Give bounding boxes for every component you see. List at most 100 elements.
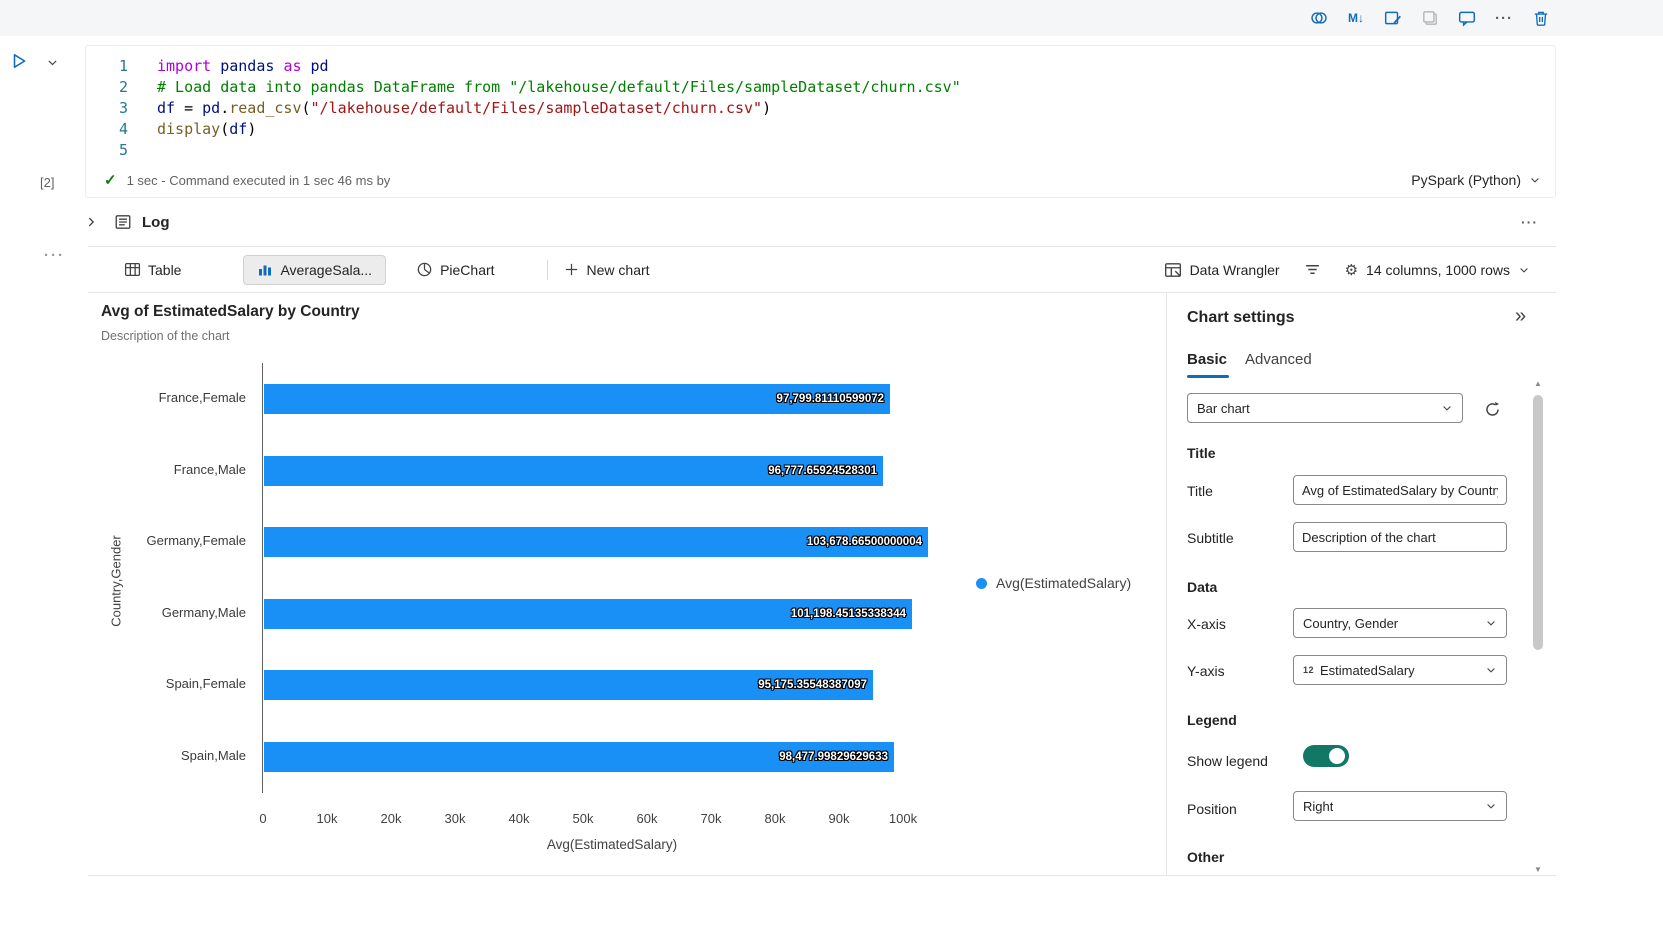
chart-legend: Avg(EstimatedSalary)	[976, 575, 1131, 591]
show-legend-toggle[interactable]	[1303, 745, 1349, 767]
category-label: Spain,Female	[165, 676, 246, 692]
chart-settings-panel: Chart settings » Basic Advanced Bar char…	[1166, 293, 1556, 876]
copilot-icon[interactable]	[1309, 8, 1329, 28]
x-tick-label: 20k	[380, 811, 402, 826]
result-block: Table AverageSala... PieChart New chart …	[88, 246, 1556, 876]
run-options-chevron-icon[interactable]	[46, 56, 59, 69]
run-cell-button[interactable]	[10, 52, 28, 70]
x-tick-label: 60k	[636, 811, 658, 826]
x-tick-label: 0	[259, 811, 267, 826]
refresh-chart-icon[interactable]	[1479, 396, 1505, 422]
code-line[interactable]: 2 # Load data into pandas DataFrame from …	[86, 77, 1555, 98]
y-axis-dropdown[interactable]: 12 EstimatedSalary	[1293, 655, 1507, 685]
code-cell: [2] 1 import pandas as pd 2 # Load data int…	[0, 45, 1556, 198]
execution-count: [2]	[40, 175, 55, 190]
data-wrangler-button[interactable]: Data Wrangler	[1164, 261, 1280, 279]
gear-icon: ⚙	[1344, 261, 1359, 279]
code-line[interactable]: 3 df = pd.read_csv("/lakehouse/default/Fi…	[86, 98, 1555, 119]
tab-advanced[interactable]: Advanced	[1245, 351, 1312, 368]
tab-average-salary[interactable]: AverageSala...	[243, 254, 387, 285]
tab-table-label: Table	[148, 261, 182, 278]
legend-dot	[976, 577, 987, 589]
bar-value-label: 96,777.65924528301	[768, 464, 877, 477]
result-toolbar: Table AverageSala... PieChart New chart …	[88, 247, 1556, 293]
category-label: Spain,Male	[180, 748, 246, 763]
cell-toolbar: M↓ ···	[0, 0, 1663, 36]
section-legend-header: Legend	[1187, 712, 1237, 728]
x-tick-label: 90k	[828, 811, 850, 826]
summary-label: 14 columns, 1000 rows	[1366, 261, 1510, 278]
y-axis-line	[262, 363, 263, 793]
scroll-up-icon[interactable]: ▲	[1532, 379, 1544, 388]
cell-status-bar: ✓ 1 sec - Command executed in 1 sec 46 m…	[86, 163, 1555, 197]
chart-title: Avg of EstimatedSalary by Country	[101, 303, 360, 320]
bar-value-label: 97,799.81110599072	[776, 393, 884, 405]
bar: 101,198.45135338344	[264, 598, 912, 629]
filter-icon[interactable]	[1304, 261, 1321, 278]
title-input[interactable]	[1293, 475, 1507, 505]
kernel-selector[interactable]: PySpark (Python)	[1411, 172, 1541, 188]
x-tick-label: 80k	[764, 811, 786, 826]
x-tick-label: 30k	[444, 811, 466, 826]
bar: 103,678.66500000004	[264, 527, 928, 558]
code-lines[interactable]: 1 import pandas as pd 2 # Load data into pa…	[86, 46, 1555, 163]
y-axis-label: Y-axis	[1187, 663, 1225, 679]
x-axis-dropdown[interactable]: Country, Gender	[1293, 608, 1507, 638]
scroll-down-icon[interactable]: ▼	[1532, 865, 1544, 874]
scrollbar-thumb[interactable]	[1533, 395, 1543, 650]
tab-separator	[546, 259, 548, 280]
chart-settings-title: Chart settings	[1187, 309, 1295, 326]
columns-rows-selector[interactable]: ⚙ 14 columns, 1000 rows	[1345, 261, 1530, 279]
legend-position-dropdown[interactable]: Right	[1293, 791, 1507, 821]
delete-icon[interactable]	[1531, 8, 1551, 28]
section-other-header: Other	[1187, 849, 1225, 865]
bar: 96,777.65924528301	[264, 455, 883, 486]
legend-position-value: Right	[1303, 798, 1334, 814]
tab-basic[interactable]: Basic	[1187, 351, 1227, 368]
tab-pie-chart-label: PieChart	[440, 261, 495, 278]
new-chart-button[interactable]: New chart	[564, 262, 650, 278]
plus-icon	[565, 263, 577, 276]
collapse-panel-icon[interactable]: »	[1515, 305, 1526, 328]
edit-cell-icon[interactable]	[1383, 8, 1403, 28]
comment-icon[interactable]	[1457, 8, 1477, 28]
line-number: 3	[118, 99, 128, 117]
settings-scrollbar[interactable]: ▲ ▼	[1532, 379, 1544, 874]
tab-pie-chart[interactable]: PieChart	[414, 255, 496, 285]
log-more-icon[interactable]: ···	[1521, 214, 1538, 230]
x-tick-label: 50k	[572, 811, 594, 826]
x-tick-label: 10k	[316, 811, 338, 826]
line-number: 4	[118, 120, 128, 138]
x-axis-label: X-axis	[1187, 616, 1226, 632]
code-line[interactable]: 1 import pandas as pd	[86, 56, 1555, 77]
bar-value-label: 103,678.66500000004	[806, 536, 922, 549]
show-legend-label: Show legend	[1187, 753, 1268, 769]
kernel-label: PySpark (Python)	[1411, 172, 1521, 188]
bar-value-label: 98,477.99829629633	[779, 751, 888, 763]
chart-type-dropdown[interactable]: Bar chart	[1187, 393, 1463, 423]
new-chart-label: New chart	[586, 261, 650, 278]
log-expand-chevron-icon[interactable]	[84, 215, 98, 229]
bar-value-label: 95,175.35548387097	[758, 679, 867, 692]
category-label: France,Male	[173, 461, 246, 477]
code-line[interactable]: 5	[86, 140, 1555, 161]
chevron-down-icon	[1487, 668, 1495, 673]
markdown-icon[interactable]: M↓	[1346, 8, 1366, 28]
log-icon	[114, 213, 132, 231]
chart-type-value: Bar chart	[1197, 400, 1250, 416]
chevron-down-icon	[1487, 621, 1495, 626]
success-check-icon: ✓	[104, 172, 117, 189]
data-wrangler-icon	[1164, 262, 1181, 277]
title-label: Title	[1187, 483, 1213, 499]
position-label: Position	[1187, 801, 1237, 817]
bar: 97,799.81110599072	[264, 384, 890, 414]
tab-table[interactable]: Table	[122, 255, 183, 285]
chevron-down-icon	[1443, 406, 1451, 411]
active-tab-underline	[1187, 375, 1229, 378]
more-icon[interactable]: ···	[1494, 8, 1514, 28]
code-line[interactable]: 4 display(df)	[86, 119, 1555, 140]
subtitle-input[interactable]	[1293, 522, 1507, 552]
line-number: 5	[118, 141, 128, 159]
section-data-header: Data	[1187, 579, 1218, 595]
cell-more-icon[interactable]: ···	[44, 247, 65, 264]
